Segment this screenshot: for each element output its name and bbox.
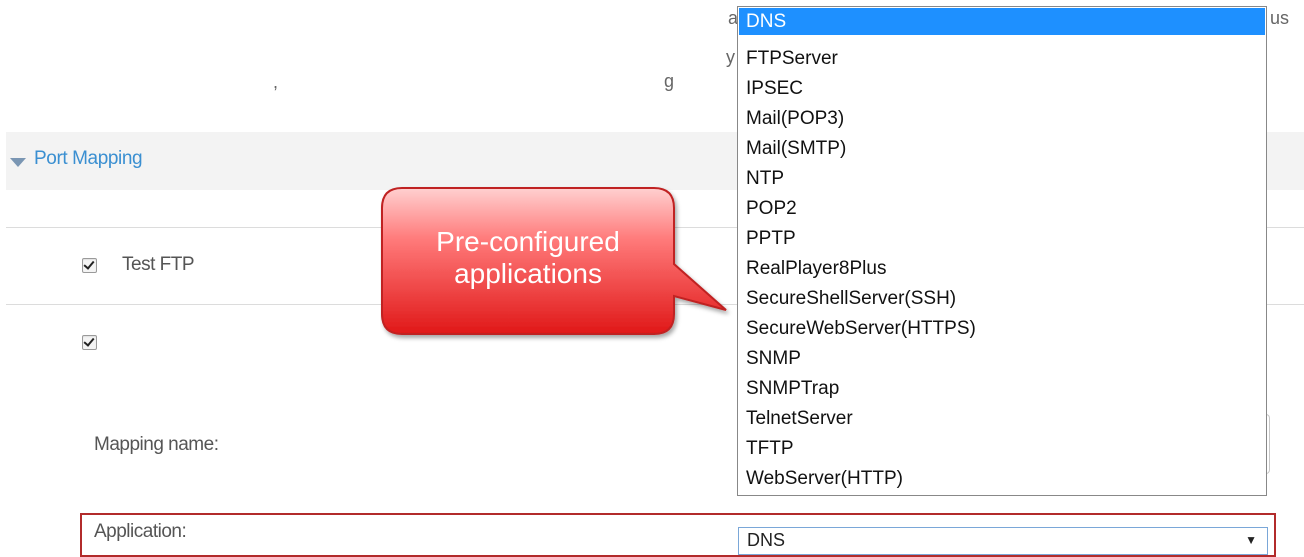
dropdown-option-realplayer8plus[interactable]: RealPlayer8Plus <box>739 255 1265 282</box>
dropdown-option-https[interactable]: SecureWebServer(HTTPS) <box>739 315 1265 342</box>
dropdown-option-snmptrap[interactable]: SNMPTrap <box>739 375 1265 402</box>
mapping-name-label: Mapping name: <box>94 434 219 455</box>
partial-text-fragment: , <box>273 72 279 92</box>
mapping-enable-checkbox[interactable] <box>82 258 97 273</box>
dropdown-option-webserver-http[interactable]: WebServer(HTTP) <box>739 465 1265 492</box>
application-select[interactable]: DNS ▼ <box>738 527 1268 555</box>
dropdown-option-snmp[interactable]: SNMP <box>739 345 1265 372</box>
collapse-triangle-icon[interactable] <box>10 158 26 167</box>
application-dropdown-list[interactable]: DNS FTPServer IPSEC Mail(POP3) Mail(SMTP… <box>737 6 1267 496</box>
checkmark-icon <box>83 258 95 270</box>
partial-text-fragment: us <box>1270 8 1290 28</box>
dropdown-option-dns[interactable]: DNS <box>739 8 1265 35</box>
dropdown-option-ssh[interactable]: SecureShellServer(SSH) <box>739 285 1265 312</box>
dropdown-option-pptp[interactable]: PPTP <box>739 225 1265 252</box>
application-label: Application: <box>94 521 187 542</box>
dropdown-option-ftpserver[interactable]: FTPServer <box>739 45 1265 72</box>
callout-text: Pre-configured applications <box>436 226 620 289</box>
mapping-enable-checkbox[interactable] <box>82 335 97 350</box>
section-title[interactable]: Port Mapping <box>34 148 143 170</box>
dropdown-arrow-icon: ▼ <box>1245 533 1257 547</box>
mapping-label: Test FTP <box>122 254 195 275</box>
dropdown-option-pop2[interactable]: POP2 <box>739 195 1265 222</box>
dropdown-option-ipsec[interactable]: IPSEC <box>739 75 1265 102</box>
partial-text-fragment: y <box>726 47 735 67</box>
dropdown-option-mail-pop3[interactable]: Mail(POP3) <box>739 105 1265 132</box>
dropdown-option-ntp[interactable]: NTP <box>739 165 1265 192</box>
application-select-value: DNS <box>747 530 786 550</box>
dropdown-option-mail-smtp[interactable]: Mail(SMTP) <box>739 135 1265 162</box>
partial-text-fragment: g <box>664 71 675 91</box>
checkmark-icon <box>83 335 95 347</box>
dropdown-option-tftp[interactable]: TFTP <box>739 435 1265 462</box>
dropdown-option-telnetserver[interactable]: TelnetServer <box>739 405 1265 432</box>
